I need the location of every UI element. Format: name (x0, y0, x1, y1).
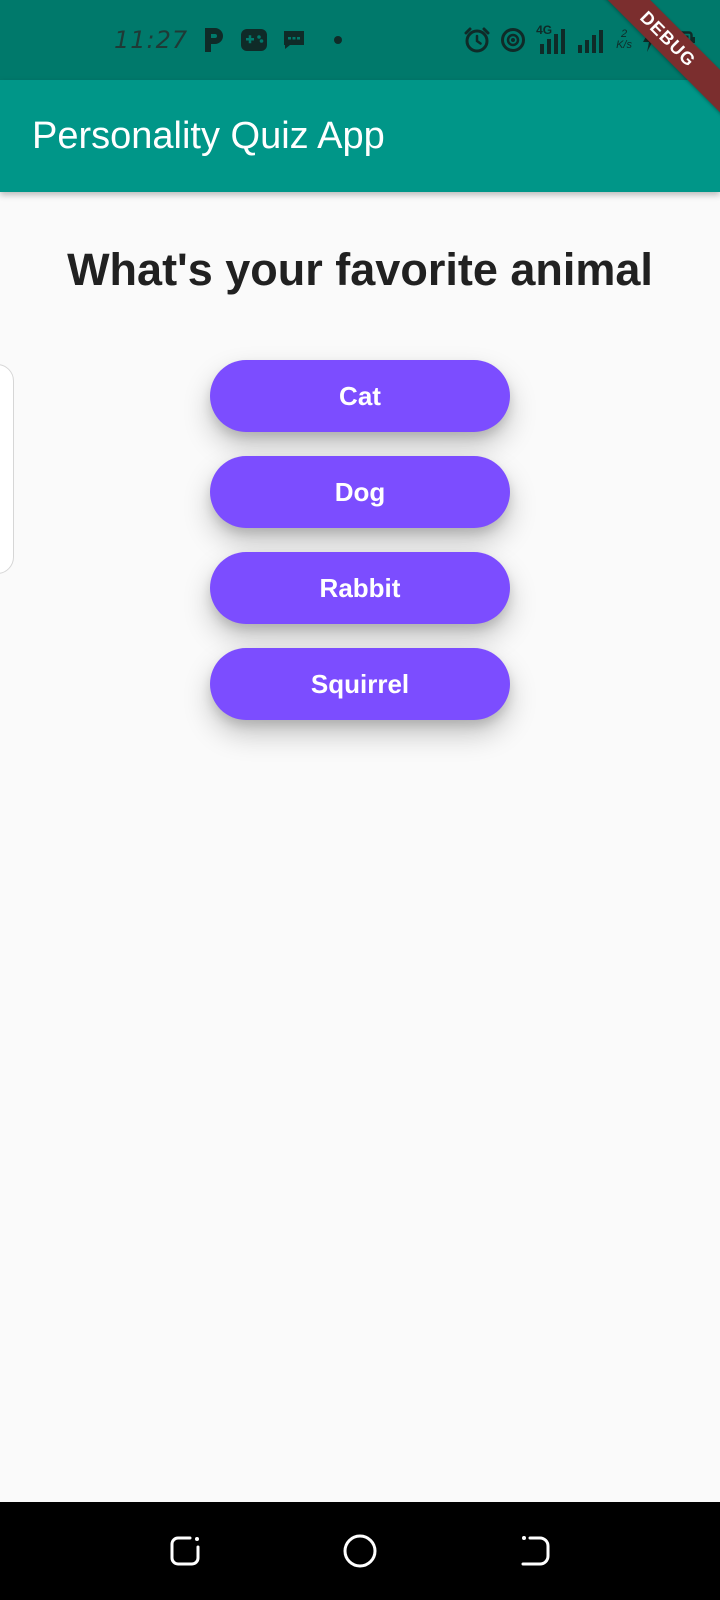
answer-button-cat[interactable]: Cat (210, 360, 510, 432)
game-controller-icon (240, 27, 268, 53)
signal-icon (576, 25, 606, 55)
back-icon[interactable] (511, 1527, 559, 1575)
speed-unit: K/s (616, 39, 632, 51)
speed-indicator: 2 K/s (616, 29, 632, 51)
status-bar: 11:27 4G 2 K/s (0, 0, 720, 80)
edge-panel-handle[interactable] (0, 364, 14, 574)
quiz-content: What's your favorite animal Cat Dog Rabb… (0, 192, 720, 1502)
navigation-bar (0, 1502, 720, 1600)
answer-button-rabbit[interactable]: Rabbit (210, 552, 510, 624)
recent-apps-icon[interactable] (161, 1527, 209, 1575)
signal-4g-icon: 4G (536, 24, 566, 56)
hotspot-icon (500, 27, 526, 53)
p-app-icon (202, 26, 226, 54)
alarm-icon (464, 27, 490, 53)
answer-button-squirrel[interactable]: Squirrel (210, 648, 510, 720)
status-time: 11:27 (114, 26, 189, 54)
question-text: What's your favorite animal (67, 244, 653, 295)
app-title: Personality Quiz App (32, 115, 385, 157)
app-bar: Personality Quiz App (0, 80, 720, 192)
home-icon[interactable] (336, 1527, 384, 1575)
status-left: 11:27 (114, 22, 343, 58)
message-icon (282, 29, 306, 51)
dot-icon (334, 36, 343, 44)
answer-button-dog[interactable]: Dog (210, 456, 510, 528)
